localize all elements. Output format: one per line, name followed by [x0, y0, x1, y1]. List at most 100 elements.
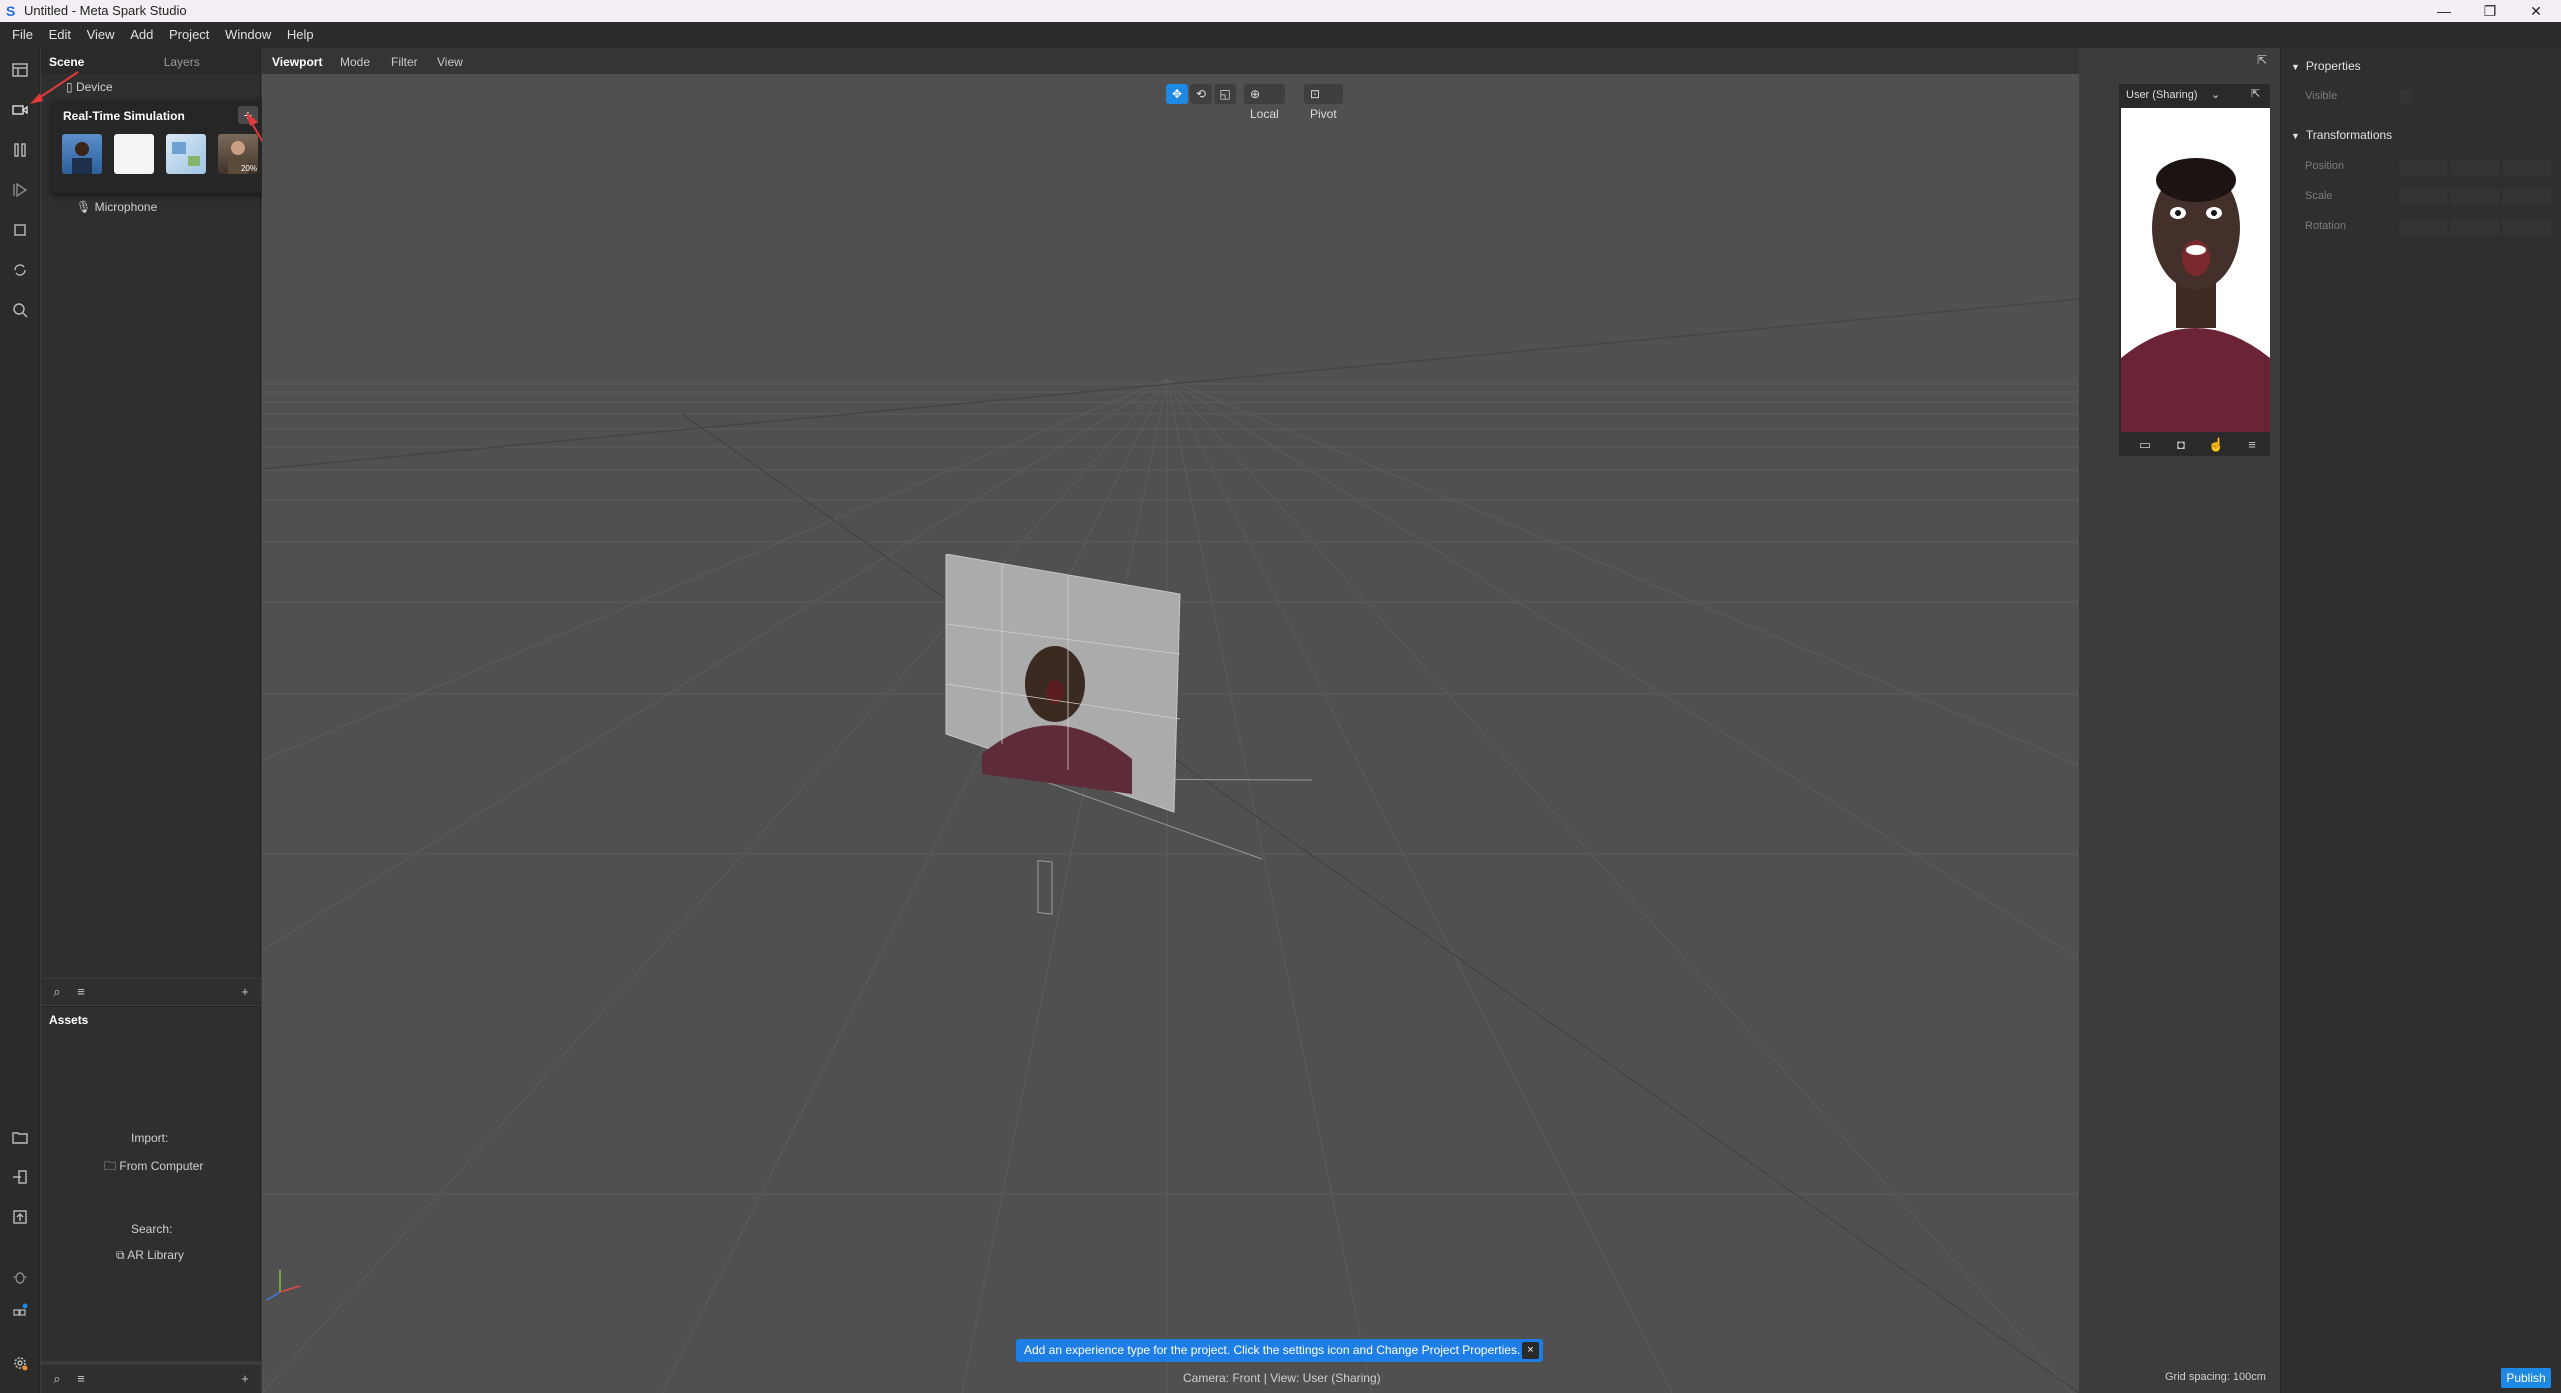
- tab-view[interactable]: View: [437, 55, 463, 69]
- assets-add-icon[interactable]: +: [237, 1371, 253, 1387]
- device-preview: User (Sharing) ⌄ ⇱ ▭ ◘ ☝ ≡: [2119, 84, 2270, 456]
- rts-title: Real-Time Simulation: [63, 109, 185, 123]
- position-x-field[interactable]: [2399, 159, 2447, 175]
- assets-title: Assets: [49, 1013, 89, 1027]
- rotate-tool-icon[interactable]: ⟲: [1190, 84, 1212, 104]
- share-icon[interactable]: [8, 1165, 32, 1189]
- stop-icon[interactable]: [8, 218, 32, 242]
- search-icon[interactable]: [8, 298, 32, 322]
- import-label: Import:: [131, 1131, 169, 1145]
- properties-section[interactable]: ▼ Properties: [2291, 59, 2361, 73]
- title-bar: S Untitled - Meta Spark Studio — ❐ ✕: [0, 0, 2561, 22]
- properties-title: Properties: [2305, 59, 2361, 73]
- scene-item-microphone[interactable]: 🎙 Microphone: [76, 200, 157, 214]
- scene-filter-icon[interactable]: ≡: [73, 984, 89, 1000]
- scene-item-device[interactable]: ▯ Device: [66, 80, 113, 94]
- rotation-x-field[interactable]: [2399, 219, 2447, 235]
- rotation-y-field[interactable]: [2451, 219, 2499, 235]
- scene-search-icon[interactable]: ⌕: [49, 984, 65, 1000]
- tab-filter[interactable]: Filter: [391, 55, 418, 69]
- transformations-title: Transformations: [2305, 128, 2393, 142]
- pause-icon[interactable]: [8, 138, 32, 162]
- simulation-thumb-room[interactable]: [166, 134, 206, 174]
- properties-panel: ▼ Properties Visible ▼ Transformations Pos…: [2280, 48, 2561, 1393]
- simulation-thumb-person[interactable]: [62, 134, 102, 174]
- app-logo-icon: S: [6, 3, 16, 19]
- rotation-label: Rotation: [2305, 220, 2346, 232]
- pivot-toggle[interactable]: ⊡ Pivot: [1304, 84, 1343, 121]
- menu-view[interactable]: View: [81, 22, 121, 42]
- menu-edit[interactable]: Edit: [43, 22, 77, 42]
- preview-popout-icon[interactable]: ⇱: [2251, 87, 2260, 100]
- close-icon[interactable]: ✕: [2513, 0, 2559, 22]
- chevron-down-icon[interactable]: ⌄: [2211, 88, 2220, 101]
- tab-mode[interactable]: Mode: [340, 55, 370, 69]
- ar-library-label: AR Library: [127, 1248, 184, 1262]
- menu-help[interactable]: Help: [281, 22, 320, 42]
- transformations-section[interactable]: ▼ Transformations: [2291, 128, 2392, 142]
- position-z-field[interactable]: [2503, 159, 2551, 175]
- maximize-icon[interactable]: ❐: [2467, 0, 2513, 22]
- from-computer-label: From Computer: [119, 1159, 204, 1173]
- local-toggle[interactable]: ⊕ Local: [1244, 84, 1285, 121]
- plugins-icon[interactable]: [8, 1300, 32, 1324]
- menu-project[interactable]: Project: [163, 22, 215, 42]
- refresh-icon[interactable]: [8, 258, 32, 282]
- simulation-thumb-blank[interactable]: [114, 134, 154, 174]
- simulation-thumb-people[interactable]: 20%: [218, 134, 258, 174]
- upload-icon[interactable]: [8, 1205, 32, 1229]
- notification-close-button[interactable]: ×: [1522, 1342, 1539, 1359]
- scale-z-field[interactable]: [2503, 189, 2551, 205]
- play-step-icon[interactable]: [8, 178, 32, 202]
- collapse-icon: ▼: [2291, 62, 2300, 72]
- scale-y-field[interactable]: [2451, 189, 2499, 205]
- preview-view-label[interactable]: User (Sharing): [2126, 89, 2198, 101]
- scene-add-icon[interactable]: +: [237, 984, 253, 1000]
- folder-icon: 🗀: [104, 1159, 117, 1173]
- tab-layers[interactable]: Layers: [156, 48, 208, 76]
- scale-tool-icon[interactable]: ◱: [1214, 84, 1236, 104]
- preview-video: [2121, 108, 2270, 432]
- preview-menu-icon[interactable]: ≡: [2244, 437, 2260, 453]
- scale-x-field[interactable]: [2399, 189, 2447, 205]
- menu-add[interactable]: Add: [124, 22, 159, 42]
- viewport-canvas[interactable]: ✥ ⟲ ◱ ⊕ Local ⊡ Pivot Add an experience …: [262, 74, 2079, 1393]
- video-simulator-icon[interactable]: [8, 98, 32, 122]
- globe-icon: ⊕: [1250, 87, 1261, 101]
- import-folder-icon[interactable]: [8, 1125, 32, 1149]
- from-computer-link[interactable]: 🗀 From Computer: [104, 1157, 203, 1178]
- visible-checkbox[interactable]: [2399, 90, 2412, 103]
- collapse-icon: ▼: [2291, 131, 2300, 141]
- rotation-z-field[interactable]: [2503, 219, 2551, 235]
- thumb-badge: 20%: [240, 164, 257, 173]
- assets-panel: Assets Import: 🗀 From Computer Search: ⧉…: [41, 1006, 261, 1361]
- settings-icon[interactable]: [8, 1351, 32, 1375]
- visible-label: Visible: [2305, 90, 2338, 102]
- minimize-icon[interactable]: —: [2421, 0, 2467, 22]
- move-tool-icon[interactable]: ✥: [1166, 84, 1188, 104]
- menu-file[interactable]: File: [0, 22, 39, 42]
- camera-status: Camera: Front | View: User (Sharing): [1183, 1371, 1381, 1385]
- screenshot-icon[interactable]: ◘: [2173, 437, 2189, 453]
- popout-icon[interactable]: ⇱: [2257, 53, 2267, 67]
- assets-filter-icon[interactable]: ≡: [73, 1371, 89, 1387]
- menu-window[interactable]: Window: [219, 22, 277, 42]
- tab-scene[interactable]: Scene: [41, 48, 92, 76]
- scene-tabs: Scene Layers: [41, 48, 260, 74]
- assets-search-icon[interactable]: ⌕: [49, 1371, 65, 1387]
- pivot-icon: ⊡: [1310, 87, 1321, 101]
- pivot-label: Pivot: [1310, 107, 1337, 121]
- ar-library-link[interactable]: ⧉ AR Library: [116, 1248, 184, 1263]
- position-y-field[interactable]: [2451, 159, 2499, 175]
- library-icon: ⧉: [116, 1248, 125, 1262]
- touch-icon[interactable]: ☝: [2208, 437, 2224, 453]
- viewport-header: Viewport Mode Filter View ⇱: [262, 48, 2267, 74]
- bug-icon[interactable]: [8, 1265, 32, 1289]
- scale-label: Scale: [2305, 190, 2333, 202]
- local-label: Local: [1250, 107, 1279, 121]
- add-simulation-button[interactable]: +: [238, 106, 258, 124]
- publish-button[interactable]: Publish: [2501, 1368, 2551, 1388]
- layout-icon[interactable]: [8, 58, 32, 82]
- record-video-icon[interactable]: ▭: [2137, 437, 2153, 453]
- tab-viewport[interactable]: Viewport: [272, 55, 322, 69]
